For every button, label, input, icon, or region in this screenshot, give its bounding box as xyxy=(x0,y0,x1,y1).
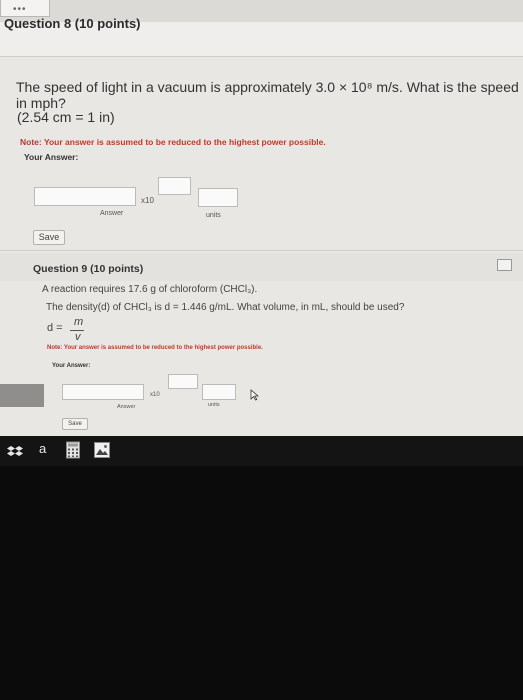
note-label: Note: xyxy=(20,137,42,147)
question-9-line-2: The density(d) of CHCl₃ is d = 1.446 g/m… xyxy=(46,302,405,313)
question-9-line-1: A reaction requires 17.6 g of chloroform… xyxy=(42,284,258,295)
question-9-note: Note: Your answer is assumed to be reduc… xyxy=(47,345,263,351)
question-9-x10-label: x10 xyxy=(150,392,160,398)
expand-icon[interactable] xyxy=(497,259,512,271)
question-8-conversion: (2.54 cm = 1 in) xyxy=(17,109,115,125)
note-text: Your answer is assumed to be reduced to … xyxy=(41,137,326,147)
question-8-x10-label: x10 xyxy=(141,196,154,205)
browser-tab[interactable]: ••• xyxy=(0,0,50,17)
image-icon[interactable] xyxy=(94,441,110,459)
question-8-units-input[interactable] xyxy=(198,188,238,207)
question-8-answer-caption: Answer xyxy=(100,210,124,217)
question-8-exponent-input[interactable] xyxy=(158,177,191,195)
question-8-your-answer-label: Your Answer: xyxy=(24,152,79,162)
calculator-icon[interactable] xyxy=(66,441,80,459)
mouse-cursor-icon xyxy=(250,389,259,401)
question-8-title: Question 8 (10 points) xyxy=(4,16,141,31)
question-8-text: The speed of light in a vacuum is approx… xyxy=(16,79,519,111)
taskbar-letter[interactable]: a xyxy=(39,441,46,456)
grey-strip xyxy=(0,384,44,407)
question-8-answer-input[interactable] xyxy=(34,187,136,206)
formula-numerator: m xyxy=(74,316,84,328)
browser-screen: ••• Question 8 (10 points) The speed of … xyxy=(0,0,523,436)
dropbox-icon[interactable] xyxy=(7,443,23,461)
question-9-exponent-input[interactable] xyxy=(168,374,198,389)
question-9-save-button[interactable]: Save xyxy=(62,418,88,430)
question-8-note: Note: Your answer is assumed to be reduc… xyxy=(20,137,326,147)
formula-denominator: v xyxy=(75,331,81,343)
note-text: Your answer is assumed to be reduced to … xyxy=(62,345,263,351)
question-9-units-caption: units xyxy=(208,402,220,408)
question-9-units-input[interactable] xyxy=(202,384,236,400)
question-9-answer-caption: Answer xyxy=(117,404,136,410)
question-8-save-button[interactable]: Save xyxy=(33,230,65,245)
question-9-title: Question 9 (10 points) xyxy=(33,263,144,275)
dots-icon: ••• xyxy=(13,4,27,15)
note-label: Note: xyxy=(47,345,63,351)
formula-lhs: d = xyxy=(47,322,63,334)
question-8-units-caption: units xyxy=(206,212,221,219)
question-9-your-answer-label: Your Answer: xyxy=(52,363,91,369)
question-divider xyxy=(0,250,523,251)
question-9-answer-input[interactable] xyxy=(62,384,144,400)
